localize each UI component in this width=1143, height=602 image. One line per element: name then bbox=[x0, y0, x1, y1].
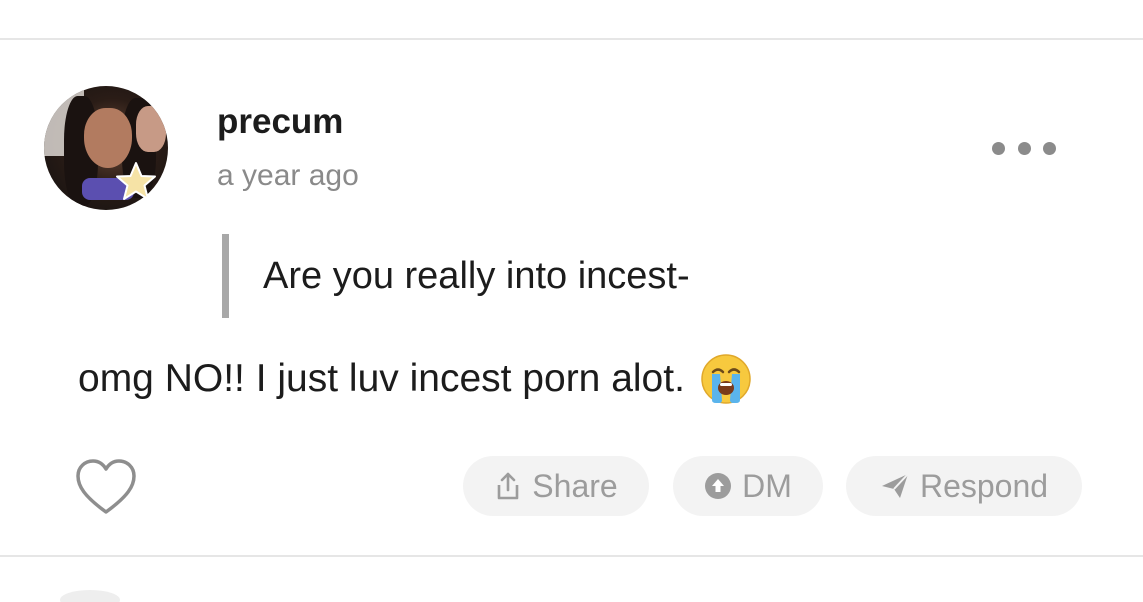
avatar-hand bbox=[136, 106, 166, 152]
share-icon bbox=[494, 471, 522, 501]
star-icon bbox=[116, 162, 156, 200]
post-body-text: omg NO!! I just luv incest porn alot. bbox=[78, 357, 685, 400]
page: precum a year ago Are you really into in… bbox=[0, 0, 1143, 602]
post-body: omg NO!! I just luv incest porn alot. bbox=[78, 352, 753, 406]
crying-face-emoji-icon bbox=[701, 354, 751, 404]
post-card: precum a year ago Are you really into in… bbox=[0, 40, 1143, 555]
heart-icon[interactable] bbox=[74, 458, 138, 518]
respond-label: Respond bbox=[919, 467, 1049, 504]
paper-plane-icon bbox=[880, 472, 910, 500]
username[interactable]: precum bbox=[217, 102, 343, 142]
dm-label: DM bbox=[742, 467, 792, 504]
timestamp: a year ago bbox=[217, 159, 359, 192]
dot bbox=[1017, 141, 1031, 155]
dot bbox=[1043, 141, 1056, 155]
next-post-avatar bbox=[60, 590, 120, 602]
quote-bar bbox=[222, 234, 229, 318]
share-label: Share bbox=[532, 467, 618, 504]
avatar-face bbox=[84, 108, 132, 168]
quote-text: Are you really into incest- bbox=[263, 254, 690, 297]
dm-icon bbox=[704, 472, 732, 500]
share-button[interactable]: Share bbox=[463, 456, 649, 516]
dot bbox=[992, 141, 1005, 155]
respond-button[interactable]: Respond bbox=[846, 456, 1082, 516]
dm-button[interactable]: DM bbox=[673, 456, 823, 516]
quoted-question: Are you really into incest- bbox=[222, 234, 690, 318]
more-dots-icon[interactable] bbox=[986, 132, 1062, 164]
bottom-divider bbox=[0, 555, 1143, 557]
